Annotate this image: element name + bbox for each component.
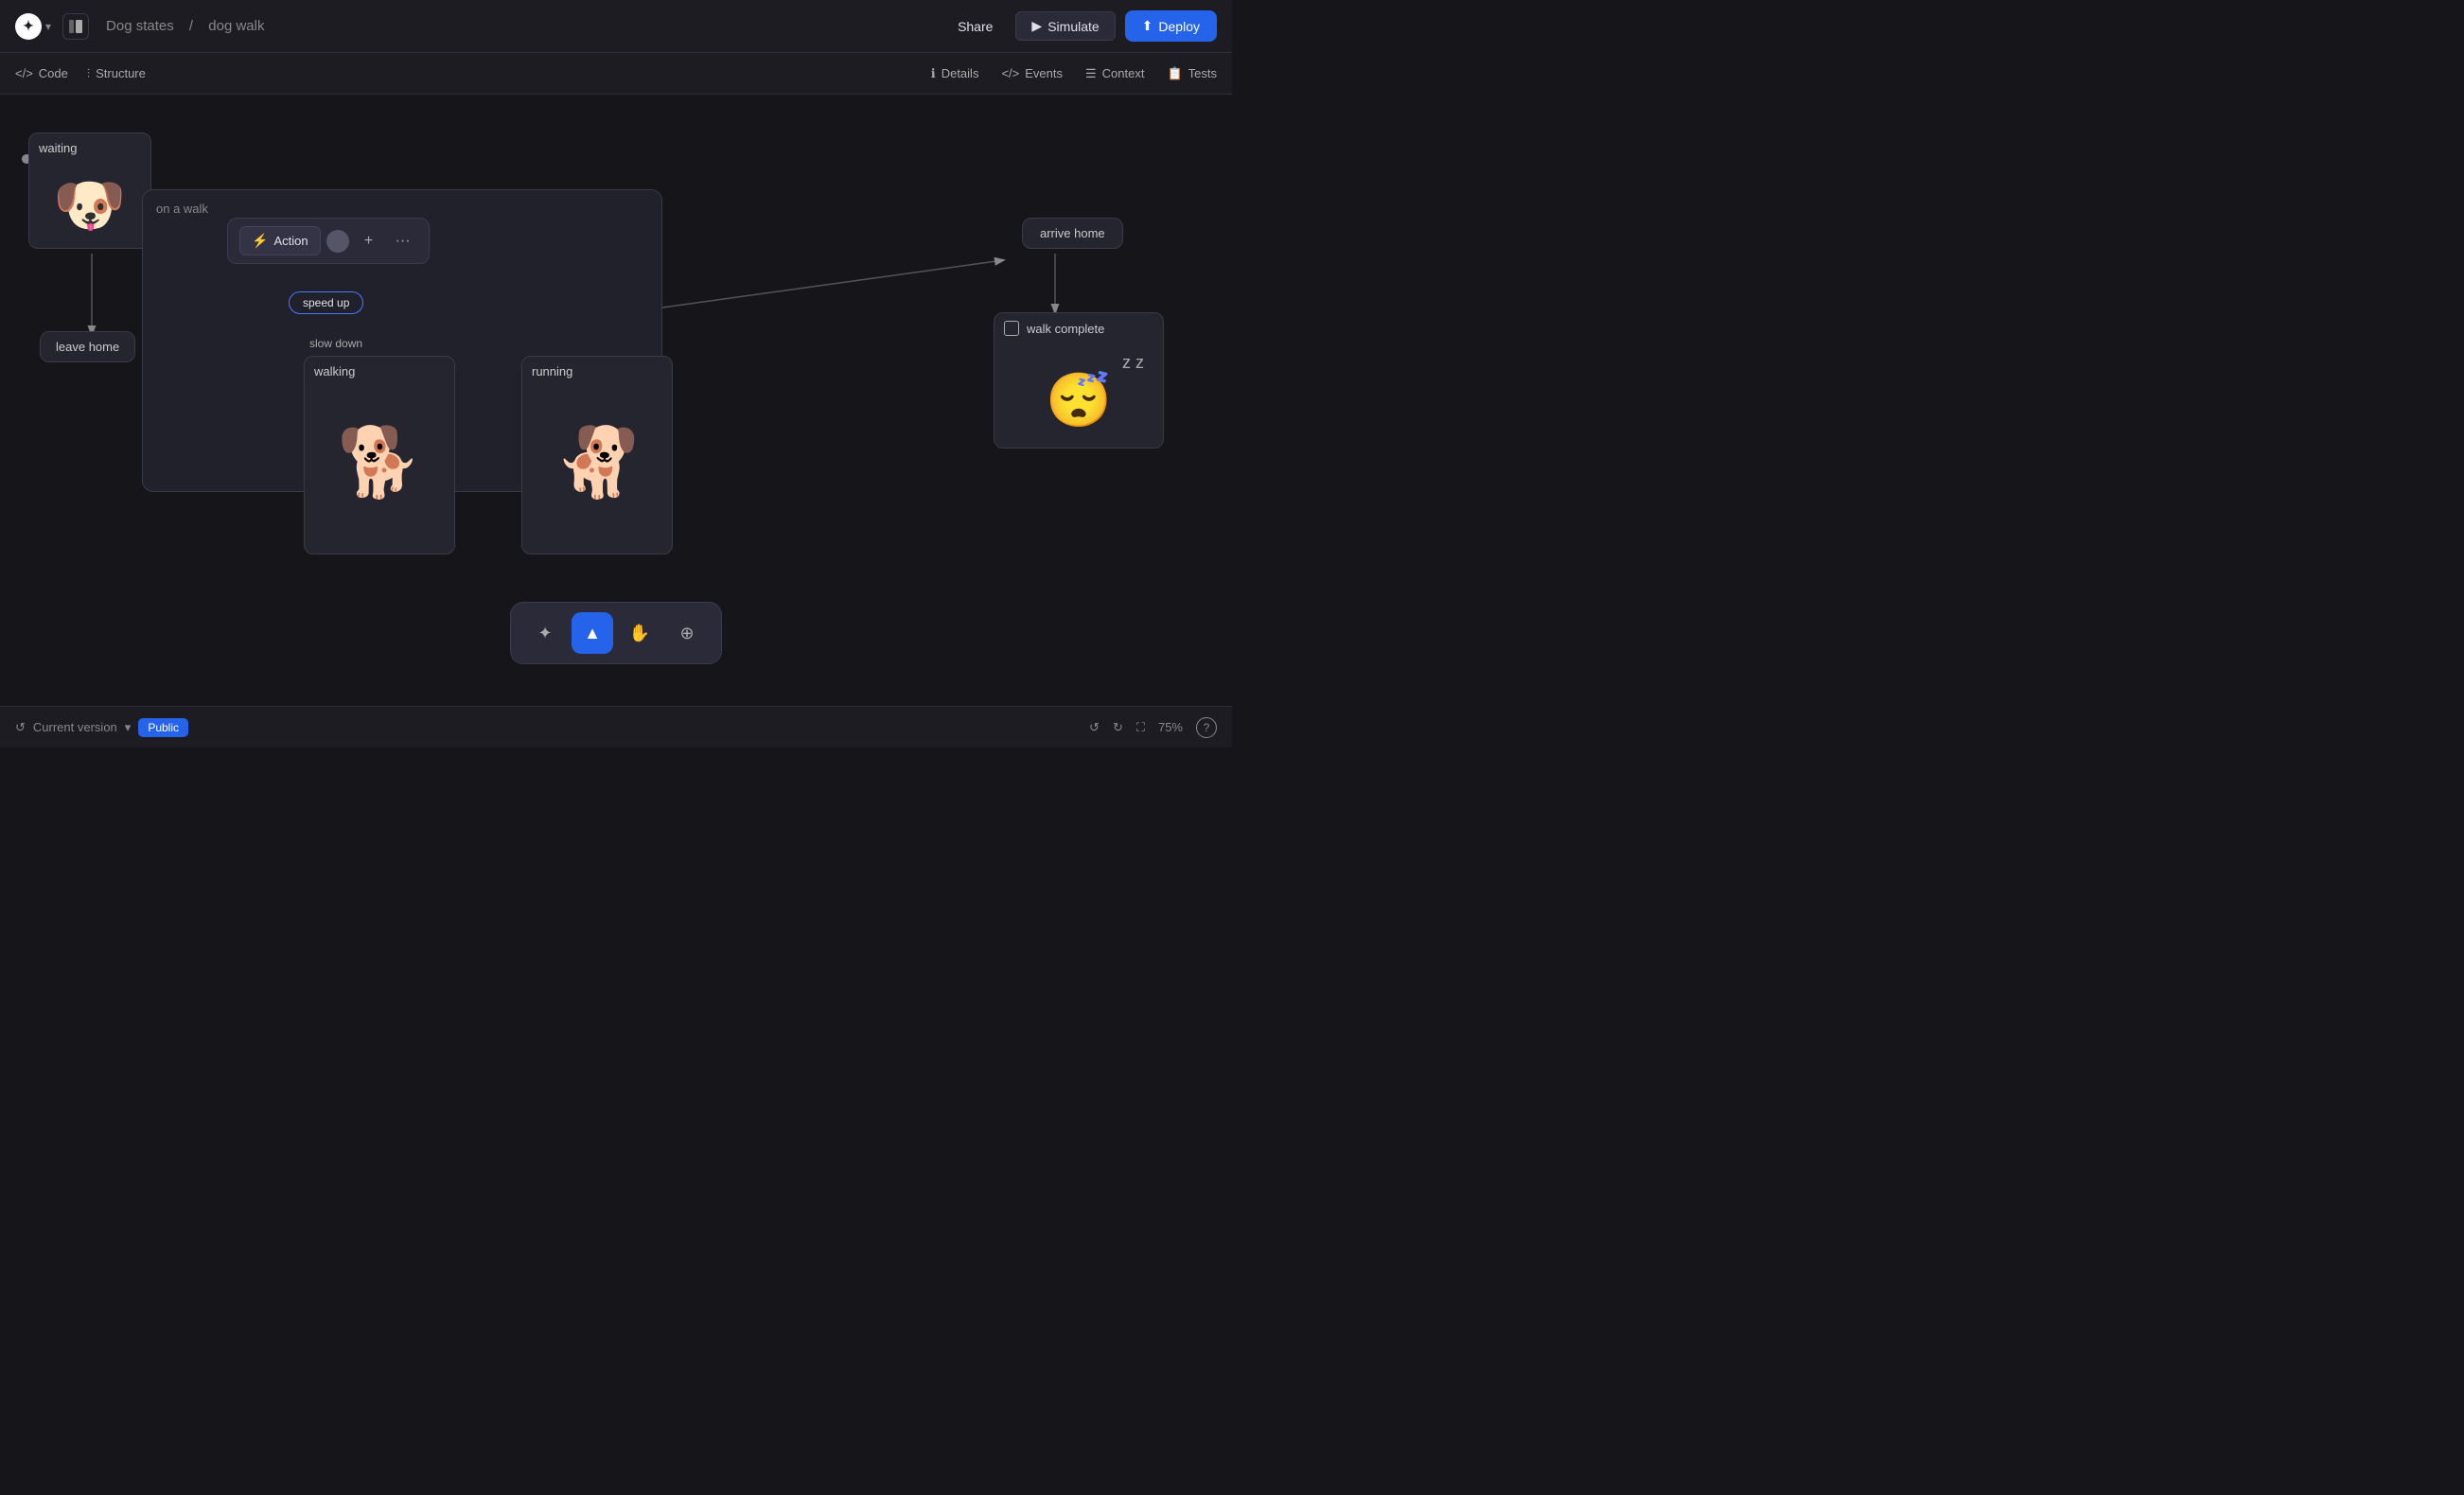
public-badge: Public bbox=[138, 718, 188, 737]
context-tab[interactable]: ☰ Context bbox=[1085, 66, 1144, 81]
panel-toggle-button[interactable] bbox=[62, 13, 89, 40]
action-button[interactable]: ⚡ Action bbox=[239, 226, 321, 255]
status-right: ↺ ↻ ⛶ 75% ? bbox=[1089, 717, 1217, 738]
waiting-image: 🐶 bbox=[29, 163, 150, 248]
toolbar-right: ℹ Details </> Events ☰ Context 📋 Tests bbox=[931, 66, 1217, 81]
state-walk-complete[interactable]: walk complete z z 😴 bbox=[994, 312, 1164, 448]
running-label: running bbox=[522, 357, 672, 386]
action-state-circle bbox=[326, 230, 349, 253]
deploy-upload-icon: ⬆ bbox=[1142, 18, 1153, 34]
slow-down-transition[interactable]: slow down bbox=[309, 337, 362, 350]
toolbar-bar: </> Code ⫶ Structure ℹ Details </> Event… bbox=[0, 53, 1232, 95]
state-leave-home[interactable]: leave home bbox=[40, 331, 135, 362]
running-image: 🐕 bbox=[522, 386, 672, 537]
sparkle-tool-button[interactable]: ✦ bbox=[524, 612, 566, 654]
action-more-button[interactable]: ··· bbox=[389, 227, 417, 255]
state-walking[interactable]: walking 🐕 bbox=[304, 356, 455, 554]
code-tab[interactable]: </> Code bbox=[15, 66, 68, 80]
waiting-label: waiting bbox=[29, 133, 150, 163]
hand-tool-button[interactable]: ✋ bbox=[619, 612, 660, 654]
header-right: Share ▶ Simulate ⬆ Deploy bbox=[944, 10, 1217, 42]
fit-screen-button[interactable]: ⛶ bbox=[1136, 720, 1145, 735]
sparkle-icon: ✦ bbox=[537, 624, 552, 643]
zoom-level[interactable]: 75% bbox=[1158, 720, 1183, 734]
undo-button[interactable]: ↺ bbox=[1089, 720, 1100, 735]
redo-button[interactable]: ↻ bbox=[1113, 720, 1123, 735]
details-icon: ℹ bbox=[931, 66, 936, 81]
action-toolbar: ⚡ Action + ··· bbox=[227, 218, 430, 264]
walk-complete-image: z z 😴 bbox=[994, 343, 1163, 448]
speed-up-transition[interactable]: speed up bbox=[289, 291, 363, 314]
walk-complete-icon bbox=[1004, 321, 1019, 336]
add-state-button[interactable]: ⊕ bbox=[666, 612, 708, 654]
lightning-icon: ⚡ bbox=[252, 233, 268, 249]
details-tab[interactable]: ℹ Details bbox=[931, 66, 979, 81]
add-state-icon: ⊕ bbox=[679, 624, 694, 643]
events-tab[interactable]: </> Events bbox=[1001, 66, 1063, 80]
state-waiting[interactable]: waiting 🐶 bbox=[28, 132, 151, 249]
on-a-walk-label: on a walk bbox=[143, 190, 661, 216]
tests-icon: 📋 bbox=[1167, 66, 1182, 81]
canvas: waiting 🐶 leave home on a walk walking 🐕… bbox=[0, 95, 1232, 706]
status-left[interactable]: ↺ Current version ▾ Public bbox=[15, 718, 188, 737]
action-plus-button[interactable]: + bbox=[355, 227, 383, 255]
code-icon: </> bbox=[15, 66, 33, 80]
hand-icon: ✋ bbox=[629, 624, 650, 643]
history-icon: ↺ bbox=[15, 720, 26, 735]
tests-tab[interactable]: 📋 Tests bbox=[1167, 66, 1217, 81]
events-icon: </> bbox=[1001, 66, 1019, 80]
logo-icon: ✦ bbox=[15, 13, 42, 40]
help-button[interactable]: ? bbox=[1196, 717, 1217, 738]
status-bar: ↺ Current version ▾ Public ↺ ↻ ⛶ 75% ? bbox=[0, 706, 1232, 748]
walking-label: walking bbox=[305, 357, 454, 386]
state-arrive-home[interactable]: arrive home bbox=[1022, 218, 1123, 249]
version-caret-icon: ▾ bbox=[125, 720, 132, 735]
bottom-toolbar: ✦ ▲ ✋ ⊕ bbox=[510, 602, 722, 664]
cursor-tool-button[interactable]: ▲ bbox=[572, 612, 613, 654]
state-running[interactable]: running 🐕 bbox=[521, 356, 673, 554]
walking-image: 🐕 bbox=[305, 386, 454, 537]
cursor-icon: ▲ bbox=[584, 624, 601, 643]
logo-caret: ▾ bbox=[45, 20, 51, 33]
walk-complete-header: walk complete bbox=[994, 313, 1163, 343]
share-button[interactable]: Share bbox=[944, 13, 1006, 40]
toolbar-left: </> Code ⫶ Structure bbox=[15, 66, 146, 81]
context-icon: ☰ bbox=[1085, 66, 1097, 81]
logo-wrapper[interactable]: ✦ ▾ bbox=[15, 13, 51, 40]
header-left: ✦ ▾ Dog states / dog walk bbox=[15, 13, 270, 40]
deploy-button[interactable]: ⬆ Deploy bbox=[1125, 10, 1217, 42]
simulate-play-icon: ▶ bbox=[1031, 18, 1042, 34]
structure-tab[interactable]: ⫶ Structure bbox=[87, 66, 146, 81]
simulate-button[interactable]: ▶ Simulate bbox=[1015, 11, 1115, 41]
breadcrumb: Dog states / dog walk bbox=[100, 18, 270, 34]
structure-icon: ⫶ bbox=[87, 66, 90, 81]
header: ✦ ▾ Dog states / dog walk Share ▶ Simula… bbox=[0, 0, 1232, 53]
